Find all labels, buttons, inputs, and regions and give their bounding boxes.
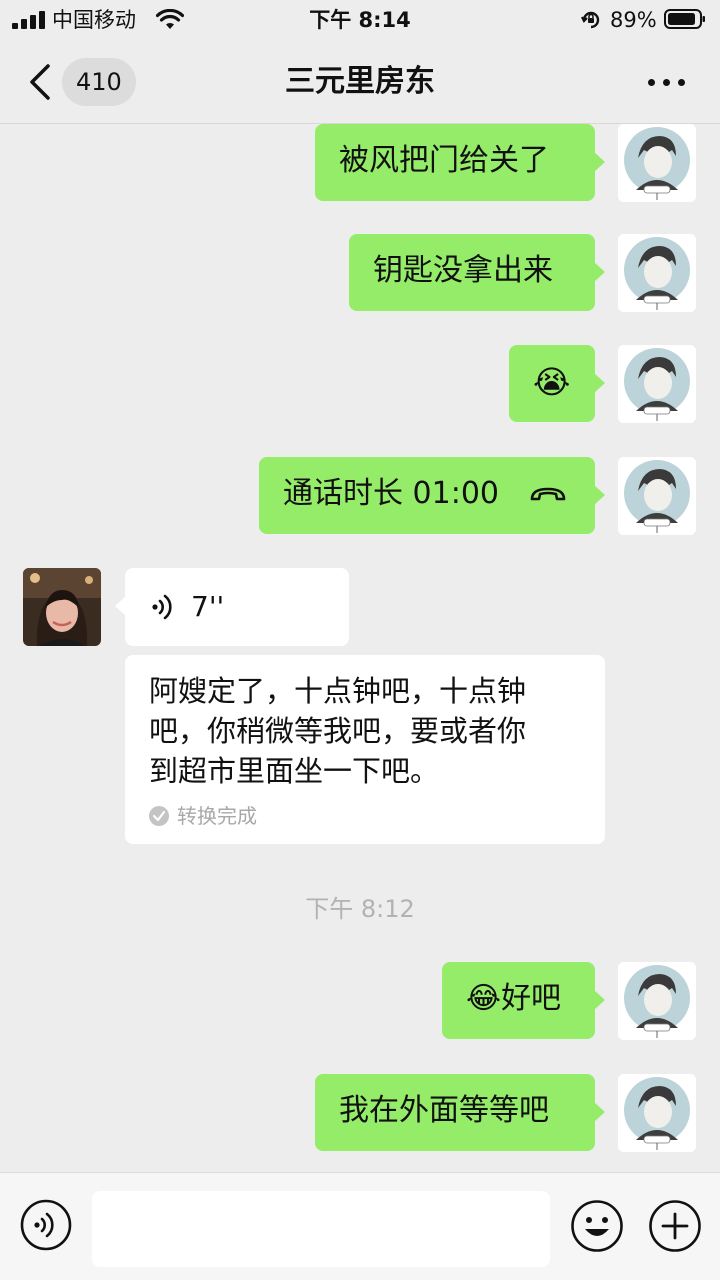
voice-input-icon[interactable] — [20, 1199, 72, 1251]
my-avatar[interactable] — [618, 962, 696, 1040]
transcript-line: 到超市里面坐一下吧。 — [149, 754, 440, 788]
message-text: 我在外面等等吧 — [339, 1093, 549, 1128]
dot — [678, 79, 685, 86]
voice-duration: 7'' — [191, 590, 225, 623]
message-input[interactable] — [92, 1191, 550, 1267]
laughing-crying-emoji: 😂 — [466, 981, 502, 1016]
message-text: 被风把门给关了 — [339, 143, 549, 178]
message-text: 钥匙没拿出来 — [373, 253, 553, 288]
message-bubble-sent[interactable]: 😂好吧 — [442, 962, 605, 1039]
emoji-icon[interactable] — [570, 1199, 624, 1253]
call-duration-text: 通话时长 01:00 — [283, 476, 499, 511]
phone-hangup-icon — [530, 487, 566, 501]
message-bubble-sent[interactable]: 钥匙没拿出来 — [349, 234, 605, 311]
battery-percent: 89% — [610, 8, 657, 32]
crying-emoji: 😭 — [533, 363, 571, 401]
input-toolbar — [0, 1172, 720, 1280]
voice-message-bubble[interactable]: 7'' — [115, 568, 349, 646]
my-avatar[interactable] — [618, 457, 696, 535]
voice-wave-icon — [152, 594, 172, 620]
message-list[interactable]: 被风把门给关了 钥匙没拿出来 😭 通话时长 01:00 7'' 阿嫂定了，十点钟… — [0, 124, 720, 1172]
avatar-image — [618, 1074, 696, 1152]
my-avatar[interactable] — [618, 124, 696, 202]
dot — [663, 79, 670, 86]
contact-avatar[interactable] — [23, 568, 101, 646]
battery-icon — [664, 9, 705, 29]
my-avatar[interactable] — [618, 345, 696, 423]
transcript-status-text: 转换完成 — [177, 804, 257, 828]
avatar-image — [618, 345, 696, 423]
message-bubble-sent[interactable]: 被风把门给关了 — [315, 124, 605, 201]
rotation-lock-icon — [581, 11, 600, 29]
check-circle-icon — [149, 806, 169, 826]
my-avatar[interactable] — [618, 234, 696, 312]
plus-icon[interactable] — [648, 1199, 702, 1253]
avatar-image — [618, 234, 696, 312]
more-options-button[interactable] — [644, 68, 690, 96]
my-avatar[interactable] — [618, 1074, 696, 1152]
message-text: 好吧 — [501, 981, 562, 1016]
dot — [648, 79, 655, 86]
message-bubble-sent[interactable]: 😭 — [509, 345, 605, 422]
avatar-image — [618, 457, 696, 535]
avatar-image — [23, 568, 101, 646]
avatar-image — [618, 124, 696, 202]
chat-title: 三元里房东 — [285, 64, 435, 99]
chat-header: 410 三元里房东 — [0, 40, 720, 124]
transcript-line: 阿嫂定了，十点钟吧，十点钟 — [149, 674, 527, 708]
transcript-line: 吧，你稍微等我吧，要或者你 — [149, 714, 527, 748]
status-bar: 中国移动 下午 8:14 89% — [0, 0, 720, 40]
timestamp-divider: 下午 8:12 — [305, 895, 415, 923]
voice-transcript-bubble[interactable]: 阿嫂定了，十点钟吧，十点钟 吧，你稍微等我吧，要或者你 到超市里面坐一下吧。 转… — [125, 655, 605, 844]
call-record-bubble[interactable]: 通话时长 01:00 — [259, 457, 605, 534]
message-bubble-sent[interactable]: 我在外面等等吧 — [315, 1074, 605, 1151]
avatar-image — [618, 962, 696, 1040]
